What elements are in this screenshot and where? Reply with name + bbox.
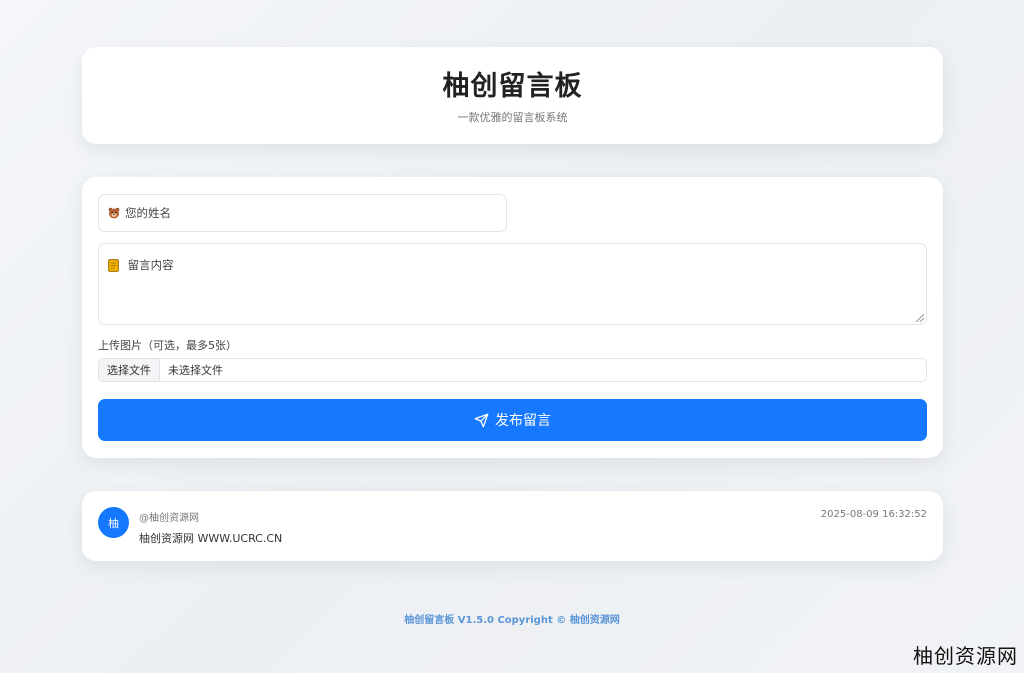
memo-icon (108, 259, 119, 272)
message-form: 您的姓名 留言内容 上传图片（可选，最多5张） 选择文件 未选择文件 发布留言 (82, 177, 943, 458)
avatar: 柚 (98, 507, 129, 538)
footer-copyright: 柚创留言板 V1.5.0 Copyright © 柚创资源网 (404, 615, 620, 626)
name-placeholder: 您的姓名 (125, 206, 171, 220)
resize-handle[interactable] (916, 314, 924, 322)
bear-face-icon (108, 207, 120, 219)
message-author: @柚创资源网 (139, 513, 199, 524)
message-text: 柚创资源网 WWW.UCRC.CN (139, 532, 283, 545)
paper-plane-icon (474, 413, 495, 428)
choose-file-button[interactable]: 选择文件 (99, 359, 160, 381)
content-placeholder: 留言内容 (127, 258, 174, 272)
page-title: 柚创留言板 (442, 71, 583, 102)
file-status: 未选择文件 (168, 364, 223, 377)
page-subtitle: 一款优雅的留言板系统 (457, 111, 568, 124)
name-input[interactable]: 您的姓名 (98, 194, 507, 232)
header-card: 柚创留言板 一款优雅的留言板系统 (82, 47, 943, 144)
file-input[interactable]: 选择文件 未选择文件 (98, 358, 927, 382)
watermark: 柚创资源网 (913, 644, 1018, 668)
content-textarea[interactable]: 留言内容 (98, 243, 927, 325)
submit-label: 发布留言 (495, 413, 551, 429)
message-timestamp: 2025-08-09 16:32:52 (820, 509, 927, 520)
submit-button[interactable]: 发布留言 (98, 399, 927, 441)
upload-label: 上传图片（可选，最多5张） (98, 339, 237, 352)
message-item: 柚 @柚创资源网 2025-08-09 16:32:52 柚创资源网 WWW.U… (82, 491, 943, 561)
